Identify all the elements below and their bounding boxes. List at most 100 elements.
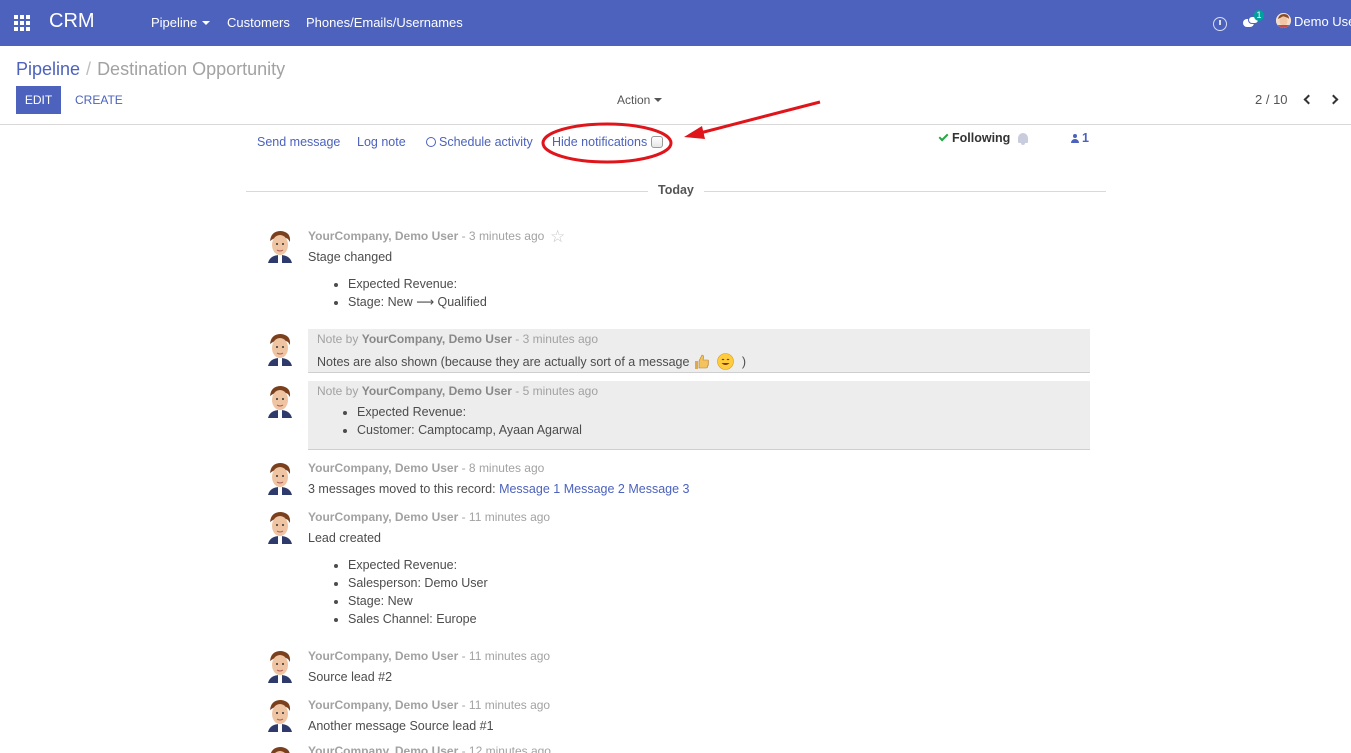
- following-label: Following: [952, 131, 1011, 145]
- breadcrumb-current: Destination Opportunity: [97, 59, 286, 79]
- top-navbar: CRM Pipeline Customers Phones/Emails/Use…: [0, 0, 1351, 46]
- followers-button[interactable]: 1: [1071, 131, 1089, 145]
- message-author: YourCompany, Demo User - 11 minutes ago: [308, 698, 550, 712]
- schedule-activity-button[interactable]: Schedule activity: [426, 135, 533, 149]
- chat-badge: 1: [1254, 10, 1264, 21]
- control-panel: Pipeline / Destination Opportunity EDIT CR…: [0, 46, 1351, 125]
- author-avatar[interactable]: [265, 229, 295, 263]
- message-body: Notes are also shown (because they are a…: [317, 353, 746, 370]
- hide-notifications-checkbox[interactable]: [651, 136, 664, 148]
- edit-button[interactable]: EDIT: [16, 86, 61, 114]
- user-avatar[interactable]: [1276, 13, 1291, 28]
- message-author: YourCompany, Demo User - 11 minutes ago: [308, 649, 550, 663]
- smile-emoji-icon: [717, 353, 735, 370]
- tracking-list: Expected Revenue: Salesperson: Demo User…: [330, 556, 488, 628]
- action-dropdown[interactable]: Action: [617, 93, 663, 107]
- log-note-button[interactable]: Log note: [357, 135, 406, 149]
- message-time: - 11 minutes ago: [458, 649, 551, 663]
- menu-phones-emails-usernames[interactable]: Phones/Emails/Usernames: [306, 15, 463, 30]
- note-text: Notes are also shown (because they are a…: [317, 355, 690, 369]
- schedule-activity-label: Schedule activity: [439, 135, 533, 149]
- message-time: - 12 minutes ago: [458, 744, 551, 753]
- author-avatar[interactable]: [265, 384, 295, 418]
- menu-pipeline[interactable]: Pipeline: [151, 15, 211, 30]
- note-prefix: Note by: [317, 332, 362, 346]
- user-menu[interactable]: Demo User: [1294, 14, 1351, 29]
- moved-messages-text: 3 messages moved to this record:: [308, 482, 500, 496]
- message-link[interactable]: Message 2: [564, 482, 625, 496]
- message-time: - 3 minutes ago: [458, 229, 545, 243]
- tracking-item: Stage: New: [348, 592, 488, 610]
- activity-clock-icon[interactable]: [1213, 17, 1227, 31]
- caret-down-icon: [654, 98, 663, 102]
- message-body: Stage changed: [308, 250, 393, 264]
- author-avatar[interactable]: [265, 510, 295, 544]
- bell-icon[interactable]: [1018, 133, 1028, 145]
- message-body: 3 messages moved to this record: Message…: [308, 482, 690, 496]
- tracking-item: Expected Revenue:: [348, 275, 487, 293]
- message-time: - 8 minutes ago: [458, 461, 545, 475]
- message-body: Lead created: [308, 531, 381, 545]
- author-avatar[interactable]: [265, 332, 295, 366]
- author-name[interactable]: YourCompany, Demo User: [308, 510, 458, 524]
- send-message-button[interactable]: Send message: [257, 135, 340, 149]
- author-name[interactable]: YourCompany, Demo User: [308, 461, 458, 475]
- pager-previous-button[interactable]: [1302, 94, 1314, 106]
- followers-count: 1: [1082, 131, 1089, 145]
- message-author: YourCompany, Demo User - 3 minutes ago: [308, 229, 544, 243]
- author-name[interactable]: YourCompany, Demo User: [308, 698, 458, 712]
- action-label: Action: [617, 93, 651, 107]
- star-icon[interactable]: ☆: [550, 228, 565, 245]
- day-separator: Today: [648, 183, 704, 197]
- author-name[interactable]: YourCompany, Demo User: [362, 332, 512, 346]
- author-avatar[interactable]: [265, 745, 295, 753]
- following-button[interactable]: Following: [938, 131, 1011, 145]
- note-text-end: ): [741, 355, 747, 369]
- user-icon: [1071, 134, 1079, 143]
- tracking-item: Expected Revenue:: [348, 556, 488, 574]
- author-avatar[interactable]: [265, 649, 295, 683]
- author-avatar[interactable]: [265, 461, 295, 495]
- thumbs-up-icon: [693, 353, 710, 370]
- message-body: Another message Source lead #1: [308, 719, 494, 733]
- apps-menu-icon[interactable]: [14, 15, 31, 31]
- tracking-list: Expected Revenue: Customer: Camptocamp, …: [339, 403, 582, 439]
- hide-notifications-label: Hide notifications: [552, 135, 648, 149]
- tracking-item: Stage: New ⟶ Qualified: [348, 293, 487, 311]
- chevron-right-icon: [1328, 94, 1339, 105]
- pager-next-button[interactable]: [1328, 94, 1341, 106]
- clock-icon: [426, 137, 436, 147]
- tracking-item: Salesperson: Demo User: [348, 574, 488, 592]
- message-author: Note by YourCompany, Demo User - 5 minut…: [317, 384, 598, 398]
- chevron-left-icon: [1303, 94, 1314, 105]
- message-link[interactable]: Message 3: [628, 482, 689, 496]
- app-brand[interactable]: CRM: [49, 10, 95, 33]
- tracking-item: Expected Revenue:: [357, 403, 582, 421]
- message-author: YourCompany, Demo User - 11 minutes ago: [308, 510, 550, 524]
- hide-notifications-toggle[interactable]: Hide notifications: [552, 135, 664, 149]
- author-name[interactable]: YourCompany, Demo User: [308, 744, 458, 753]
- tracking-list: Expected Revenue: Stage: New ⟶ Qualified: [330, 275, 487, 311]
- check-icon: [938, 131, 949, 142]
- pager-value[interactable]: 2 / 10: [1255, 92, 1288, 107]
- message-author: YourCompany, Demo User - 8 minutes ago: [308, 461, 544, 475]
- breadcrumb: Pipeline / Destination Opportunity: [16, 59, 285, 80]
- message-body: Source lead #2: [308, 670, 393, 684]
- author-avatar[interactable]: [265, 698, 295, 732]
- message-time: - 3 minutes ago: [511, 332, 599, 346]
- note-prefix: Note by: [317, 384, 362, 398]
- menu-pipeline-label: Pipeline: [151, 15, 198, 30]
- breadcrumb-separator: /: [86, 59, 92, 79]
- caret-down-icon: [202, 21, 211, 25]
- create-button[interactable]: CREATE: [75, 93, 123, 107]
- author-name[interactable]: YourCompany, Demo User: [308, 649, 458, 663]
- menu-customers[interactable]: Customers: [227, 15, 290, 30]
- message-time: - 11 minutes ago: [458, 510, 551, 524]
- message-time: - 11 minutes ago: [458, 698, 551, 712]
- message-link[interactable]: Message 1: [499, 482, 560, 496]
- breadcrumb-pipeline[interactable]: Pipeline: [16, 59, 80, 79]
- author-name[interactable]: YourCompany, Demo User: [362, 384, 512, 398]
- message-author: Note by YourCompany, Demo User - 3 minut…: [317, 332, 598, 346]
- tracking-item: Customer: Camptocamp, Ayaan Agarwal: [357, 421, 582, 439]
- author-name[interactable]: YourCompany, Demo User: [308, 229, 458, 243]
